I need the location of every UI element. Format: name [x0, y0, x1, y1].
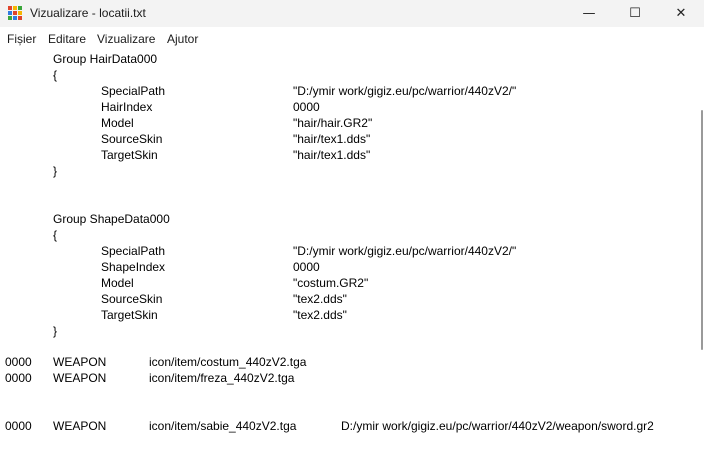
- notepad-app-icon: [8, 6, 22, 20]
- hair-key-model: Model: [101, 116, 134, 130]
- weapon-3-index: 0000: [5, 419, 32, 433]
- weapon-1-index: 0000: [5, 355, 32, 369]
- window-title: Vizualizare - locatii.txt: [30, 6, 146, 20]
- maximize-icon: ☐: [629, 6, 641, 21]
- hair-key-targetskin: TargetSkin: [101, 148, 158, 162]
- weapon-2-type: WEAPON: [53, 371, 107, 385]
- shape-key-model: Model: [101, 276, 134, 290]
- shape-value-sourceskin: "tex2.dds": [293, 292, 347, 306]
- menu-edit[interactable]: Editare: [48, 32, 86, 46]
- close-button[interactable]: ✕: [658, 0, 704, 27]
- hair-key-hairindex: HairIndex: [101, 100, 153, 114]
- menu-view[interactable]: Vizualizare: [97, 32, 155, 46]
- weapon-3-type: WEAPON: [53, 419, 107, 433]
- menu-bar: Fișier Editare Vizualizare Ajutor: [0, 29, 704, 49]
- hair-key-specialpath: SpecialPath: [101, 84, 166, 98]
- weapon-3-icon-path: icon/item/sabie_440zV2.tga: [149, 419, 297, 433]
- menu-help[interactable]: Ajutor: [167, 32, 198, 46]
- notepad-window: Vizualizare - locatii.txt — ☐ ✕ Fișier E…: [0, 0, 704, 474]
- weapon-1-type: WEAPON: [53, 355, 107, 369]
- minimize-button[interactable]: —: [566, 0, 612, 27]
- weapon-2-index: 0000: [5, 371, 32, 385]
- weapon-2-icon-path: icon/item/freza_440zV2.tga: [149, 371, 295, 385]
- shape-value-model: "costum.GR2": [293, 276, 369, 290]
- weapon-3-model-path: D:/ymir work/gigiz.eu/pc/warrior/440zV2/…: [341, 419, 654, 433]
- text-editor[interactable]: Group HairData000 { SpecialPath "D:/ymir…: [0, 49, 704, 474]
- weapon-1-icon-path: icon/item/costum_440zV2.tga: [149, 355, 307, 369]
- menu-file[interactable]: Fișier: [7, 32, 36, 46]
- hair-key-sourceskin: SourceSkin: [101, 132, 163, 146]
- shape-value-specialpath: "D:/ymir work/gigiz.eu/pc/warrior/440zV2…: [293, 244, 517, 258]
- hair-value-model: "hair/hair.GR2": [293, 116, 373, 130]
- shape-value-targetskin: "tex2.dds": [293, 308, 347, 322]
- shape-value-shapeindex: 0000: [293, 260, 320, 274]
- title-bar[interactable]: Vizualizare - locatii.txt — ☐ ✕: [0, 0, 704, 27]
- shape-key-sourceskin: SourceSkin: [101, 292, 163, 306]
- hair-value-sourceskin: "hair/tex1.dds": [293, 132, 371, 146]
- hair-value-specialpath: "D:/ymir work/gigiz.eu/pc/warrior/440zV2…: [293, 84, 517, 98]
- shape-group-open-brace: {: [53, 228, 58, 242]
- shape-key-targetskin: TargetSkin: [101, 308, 158, 322]
- shape-group-header: Group ShapeData000: [53, 212, 170, 226]
- hair-group-open-brace: {: [53, 68, 58, 82]
- vertical-scrollbar-thumb[interactable]: [701, 110, 703, 350]
- maximize-button[interactable]: ☐: [612, 0, 658, 27]
- minimize-icon: —: [582, 6, 596, 21]
- shape-key-specialpath: SpecialPath: [101, 244, 166, 258]
- hair-group-header: Group HairData000: [53, 52, 158, 66]
- close-icon: ✕: [675, 6, 687, 21]
- hair-group-close-brace: }: [53, 164, 58, 178]
- hair-value-targetskin: "hair/tex1.dds": [293, 148, 371, 162]
- shape-group-close-brace: }: [53, 324, 58, 338]
- hair-value-hairindex: 0000: [293, 100, 320, 114]
- shape-key-shapeindex: ShapeIndex: [101, 260, 166, 274]
